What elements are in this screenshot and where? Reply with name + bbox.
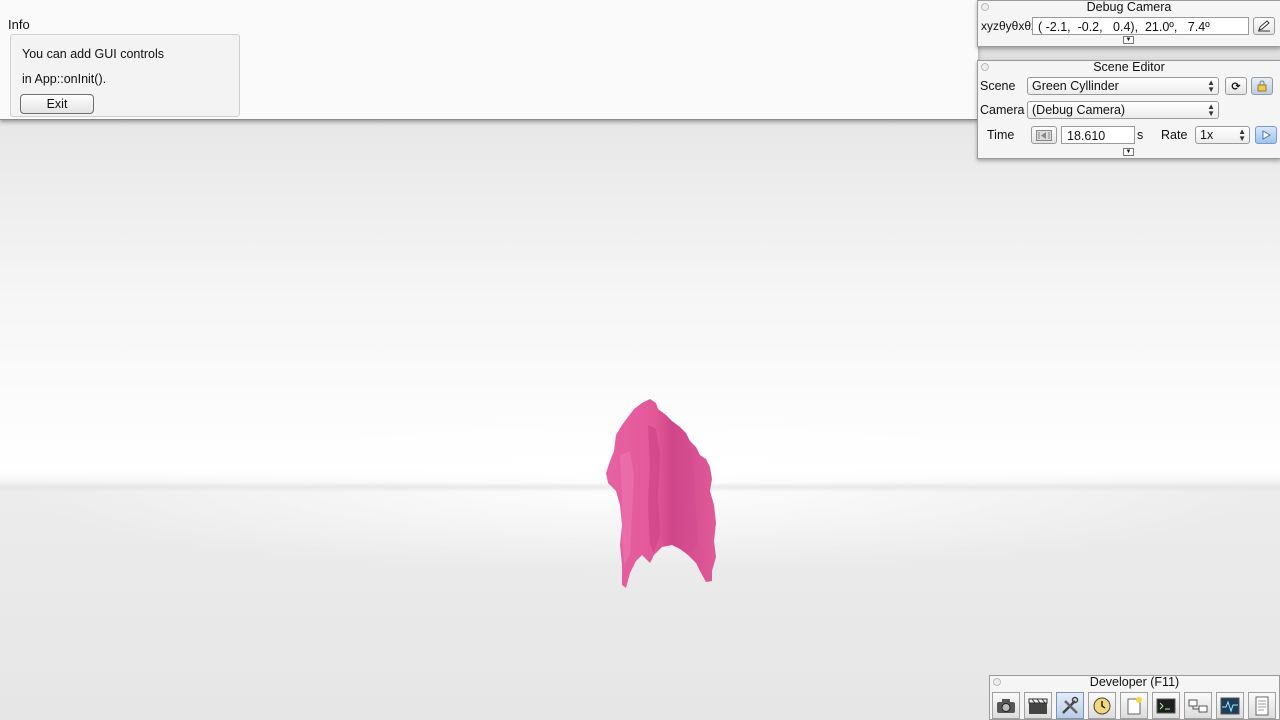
debug-camera-panel: Debug Camera xyzθyθxθz ( -2.1, -0.2, 0.4… xyxy=(977,0,1280,47)
frame-label: xyzθyθxθz xyxy=(981,19,1038,33)
play-icon xyxy=(1262,130,1271,140)
info-title: Info xyxy=(8,17,30,32)
select-arrows-icon: ▲ ▼ xyxy=(1207,78,1215,94)
lock-scene-button[interactable] xyxy=(1251,77,1273,95)
select-arrows-icon: ▲ ▼ xyxy=(1238,127,1246,143)
developer-toolbar: Developer (F11) xyxy=(989,675,1280,720)
log-icon[interactable] xyxy=(1248,692,1276,719)
collapse-debug-camera-icon[interactable]: ▼ xyxy=(1123,36,1134,44)
rate-select[interactable]: 1x ▲ ▼ xyxy=(1195,126,1250,144)
film-reset-icon xyxy=(1036,129,1052,141)
profiler-icon[interactable] xyxy=(1216,692,1244,719)
network-icon[interactable] xyxy=(1184,692,1212,719)
debug-camera-title: Debug Camera xyxy=(1086,0,1172,14)
camera-label: Camera xyxy=(980,103,1025,117)
time-field[interactable]: 18.610 xyxy=(1061,126,1135,144)
console-icon[interactable] xyxy=(1152,692,1180,719)
time-label: Time xyxy=(987,128,1015,142)
film-clapper-icon[interactable] xyxy=(1024,692,1052,719)
clock-icon[interactable] xyxy=(1088,692,1116,719)
time-unit: s xyxy=(1137,128,1144,142)
play-button[interactable] xyxy=(1255,126,1277,144)
info-pane: You can add GUI controls in App::onInit(… xyxy=(10,34,240,117)
reset-time-button[interactable] xyxy=(1031,126,1057,144)
info-text-line-1: You can add GUI controls xyxy=(22,47,164,61)
developer-title: Developer (F11) xyxy=(1089,675,1180,689)
exit-button[interactable]: Exit xyxy=(20,94,94,114)
copy-frame-button[interactable] xyxy=(1253,17,1275,35)
new-document-icon[interactable] xyxy=(1120,692,1148,719)
camera-icon[interactable] xyxy=(992,692,1020,719)
scene-editor-panel: Scene Editor Scene Green Cyllinder ▲ ▼ ⟳ … xyxy=(977,60,1280,159)
scene-editor-title: Scene Editor xyxy=(1093,60,1165,74)
select-arrows-icon: ▲ ▼ xyxy=(1207,102,1215,118)
info-strip: Info You can add GUI controls in App::on… xyxy=(0,0,978,120)
lock-icon xyxy=(1257,80,1267,92)
scene-select[interactable]: Green Cyllinder ▲ ▼ xyxy=(1027,77,1219,95)
info-text-line-2: in App::onInit(). xyxy=(22,72,107,86)
camera-select-value: (Debug Camera) xyxy=(1032,103,1126,117)
scene-select-value: Green Cyllinder xyxy=(1032,79,1119,93)
pink-mesh-object xyxy=(606,399,716,588)
camera-frame-field[interactable]: ( -2.1, -0.2, 0.4), 21.0º, 7.4º xyxy=(1032,17,1249,35)
camera-select[interactable]: (Debug Camera) ▲ ▼ xyxy=(1027,101,1219,119)
rate-label: Rate xyxy=(1161,128,1188,142)
reload-scene-button[interactable]: ⟳ xyxy=(1225,77,1247,95)
reload-icon: ⟳ xyxy=(1231,80,1241,93)
rate-select-value: 1x xyxy=(1200,128,1214,142)
tools-icon[interactable] xyxy=(1056,692,1084,719)
pencil-icon xyxy=(1258,20,1270,32)
scene-label: Scene xyxy=(980,79,1016,93)
collapse-scene-editor-icon[interactable]: ▼ xyxy=(1123,148,1134,156)
